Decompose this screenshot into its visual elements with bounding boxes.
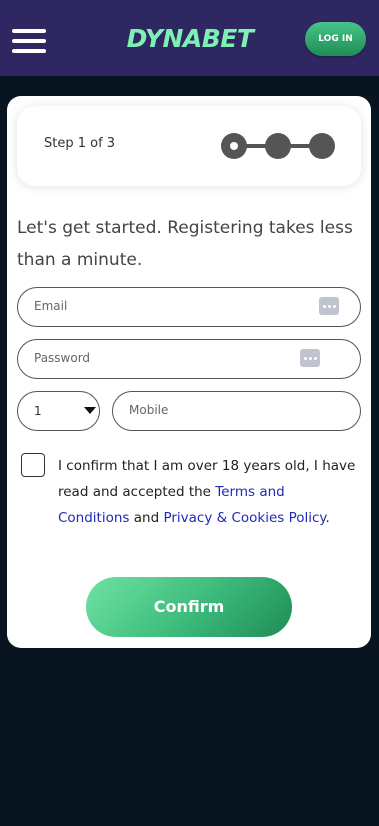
consent-text: I confirm that I am over 18 years old, I…: [58, 453, 358, 531]
age-consent-checkbox[interactable]: [21, 453, 45, 477]
dynabet-logo[interactable]: DYNABET: [123, 24, 257, 54]
login-button[interactable]: LOG IN: [305, 22, 366, 56]
password-manager-icon[interactable]: [319, 297, 339, 315]
step-dot-3-icon: [309, 133, 335, 159]
step-dot-2-icon: [265, 133, 291, 159]
confirm-button[interactable]: Confirm: [86, 577, 292, 637]
password-field-wrapper: [17, 339, 361, 379]
mobile-field-wrapper: [112, 391, 369, 431]
step-label: Step 1 of 3: [44, 136, 116, 151]
password-manager-icon[interactable]: [300, 349, 320, 367]
registration-card: Step 1 of 3 Let's get started. Registeri…: [7, 96, 371, 648]
consent-text-part3: .: [325, 510, 330, 526]
intro-text: Let's get started. Registering takes les…: [17, 218, 353, 270]
chevron-down-icon: [84, 407, 96, 414]
consent-text-part2: and: [129, 510, 164, 526]
email-field-wrapper: [17, 287, 361, 327]
email-field[interactable]: [34, 288, 274, 324]
top-header: DYNABET LOG IN: [0, 0, 379, 76]
country-code-value: 1: [34, 404, 42, 418]
country-code-select[interactable]: 1: [17, 391, 100, 431]
step-dot-1-icon: [221, 133, 247, 159]
privacy-policy-link[interactable]: Privacy & Cookies Policy: [163, 510, 325, 526]
password-field[interactable]: [34, 340, 274, 376]
hamburger-menu-icon[interactable]: [12, 29, 46, 53]
step-progress: [221, 133, 335, 159]
mobile-field[interactable]: [129, 392, 369, 428]
step-indicator: Step 1 of 3: [17, 106, 361, 186]
consent-text-part1: I confirm that I am over 18 years old, I…: [58, 458, 356, 500]
